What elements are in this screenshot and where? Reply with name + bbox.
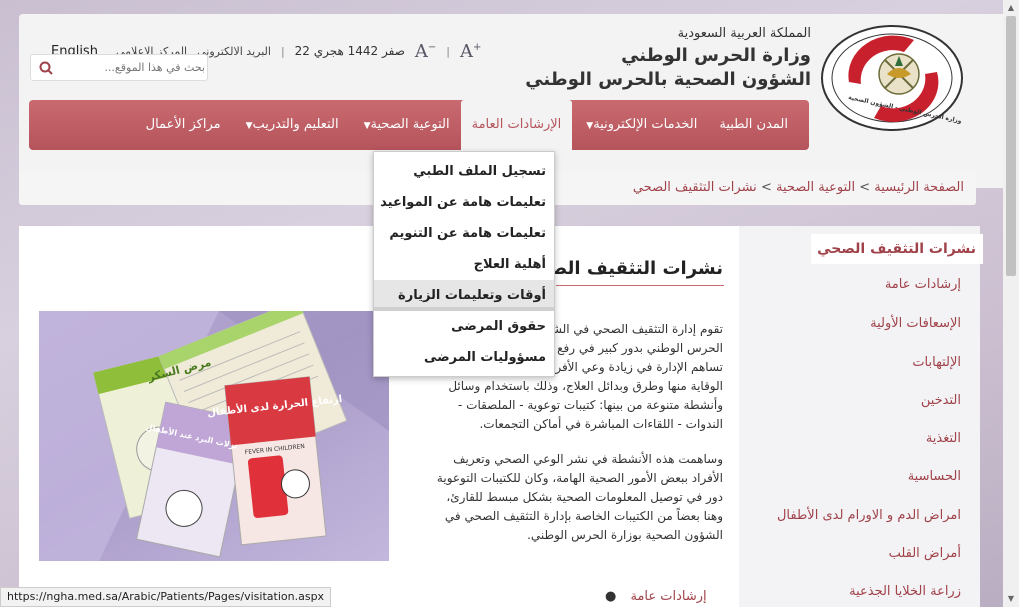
vertical-scrollbar[interactable]: ▲ ▼ [1003,0,1019,607]
nav-item-education-training[interactable]: التعليم والتدريب▼ [232,100,350,150]
sidebar-item-heart-diseases[interactable]: أمراض القلب [889,546,961,561]
menu-item-patient-rights[interactable]: حقوق المرضى [374,311,554,342]
paragraph-line: دور في توصيل المعلومات الصحية بشكل مبسط … [446,490,723,504]
bullet-link[interactable]: إرشادات عامة [630,589,706,604]
site-search [30,54,208,81]
breadcrumb-section[interactable]: التوعية الصحية [776,180,855,195]
divider: | [280,44,285,58]
email-link[interactable]: البريد الالكتروني [197,45,271,58]
org-ministry: وزارة الحرس الوطني [621,45,811,66]
scrollbar-thumb[interactable] [1006,16,1016,276]
search-icon[interactable] [31,55,61,80]
menu-item-admission-instructions[interactable]: تعليمات هامة عن التنويم [374,218,554,249]
org-country: المملكة العربية السعودية [677,26,811,41]
menu-item-treatment-eligibility[interactable]: أهلية العلاج [374,249,554,280]
paragraph-line: الشؤون الصحية بوزارة الحرس الوطني. [527,528,723,542]
menu-item-medical-file-registration[interactable]: تسجيل الملف الطبي [374,156,554,187]
nav-item-business-centers[interactable]: مراكز الأعمال [135,100,232,150]
nav-item-medical-cities[interactable]: المدن الطبية [708,100,799,150]
paragraph-line: وأنشطة متنوعة من بينها: كتيبات توعوية - … [458,398,723,412]
font-increase-button[interactable]: A+ [460,41,481,62]
status-bar-url: https://ngha.med.sa/Arabic/Patients/Page… [0,587,332,607]
activities-paragraph: وساهمت هذه الأنشطة في نشر الوعي الصحي وت… [405,450,723,545]
sidebar-item-first-aid[interactable]: الإسعافات الأولية [870,316,961,331]
breadcrumb-separator: > [760,180,772,195]
sidebar-item-stem-cell-transplant[interactable]: زراعة الخلايا الجذعية [849,584,961,599]
nav-item-e-services[interactable]: الخدمات الإلكترونية▼ [572,100,708,150]
breadcrumb-current[interactable]: نشرات التثقيف الصحي [633,180,757,195]
nav-item-general-guidance[interactable]: الإرشادات العامة [460,100,573,152]
organization-name: المملكة العربية السعودية وزارة الحرس الو… [525,24,811,92]
scroll-up-arrow-icon[interactable]: ▲ [1003,0,1019,16]
sidebar-item-nutrition[interactable]: التغذية [926,431,961,446]
paragraph-line: وساهمت هذه الأنشطة في نشر الوعي الصحي وت… [453,452,723,466]
sidebar-title[interactable]: نشرات التثقيف الصحي [811,234,983,264]
breadcrumb-separator: > [859,180,871,195]
divider: | [446,44,451,58]
sidebar-item-smoking[interactable]: التدخين [921,393,961,408]
brochures-image: مرض السكر ارتفاع الحرارة لدى الأطفال FEV… [39,311,389,561]
menu-item-appointments-instructions[interactable]: تعليمات هامة عن المواعيد [374,187,554,218]
font-decrease-button[interactable]: A− [415,41,436,62]
scroll-down-arrow-icon[interactable]: ▼ [1003,591,1019,607]
menu-item-patient-responsibilities[interactable]: مسؤوليات المرضى [374,342,554,373]
sidebar-item-pediatric-hematology[interactable]: امراض الدم و الاورام لدى الأطفال [777,508,961,523]
caret-down-icon: ▼ [245,121,253,131]
ngha-logo[interactable]: وزارة الحرس الوطني - الشؤون الصحية [819,22,965,132]
paragraph-line: الندوات - اللقاءات المباشرة في أماكن الت… [479,417,723,431]
breadcrumb-home[interactable]: الصفحة الرئيسية [874,180,964,195]
sidebar-item-general-guidance[interactable]: إرشادات عامة [885,277,961,292]
sidebar: نشرات التثقيف الصحي إرشادات عامة الإسعاف… [739,226,983,607]
title-underline [556,285,724,286]
nav-item-health-awareness[interactable]: التوعية الصحية▼ [350,100,461,150]
paragraph-line: الوقاية منها وطرق وبدائل العلاج، وذلك با… [448,379,723,393]
main-navigation: المدن الطبية الخدمات الإلكترونية▼ الإرشا… [29,100,809,152]
menu-item-visiting-hours[interactable]: أوقات وتعليمات الزيارة [374,280,554,311]
org-health-affairs: الشؤون الصحية بالحرس الوطني [525,69,811,90]
hijri-date: 22 صفر 1442 هجري [294,44,405,58]
sidebar-item-infections[interactable]: الإلتهابات [912,355,961,370]
page-title: نشرات التثقيف الصحي [553,258,723,279]
list-item[interactable]: إرشادات عامة ● [605,589,707,604]
search-input[interactable] [65,56,205,79]
general-guidance-dropdown: تسجيل الملف الطبي تعليمات هامة عن المواع… [373,151,555,377]
sidebar-item-allergy[interactable]: الحساسية [908,469,961,484]
paragraph-line: الأفراد ببعض الأمور الصحية الهامة، وكان … [436,471,723,485]
paragraph-line: وهنا بعضاً من الكتيبات الخاصة بإدارة الت… [444,509,723,523]
bullet-dot-icon: ● [605,589,617,604]
